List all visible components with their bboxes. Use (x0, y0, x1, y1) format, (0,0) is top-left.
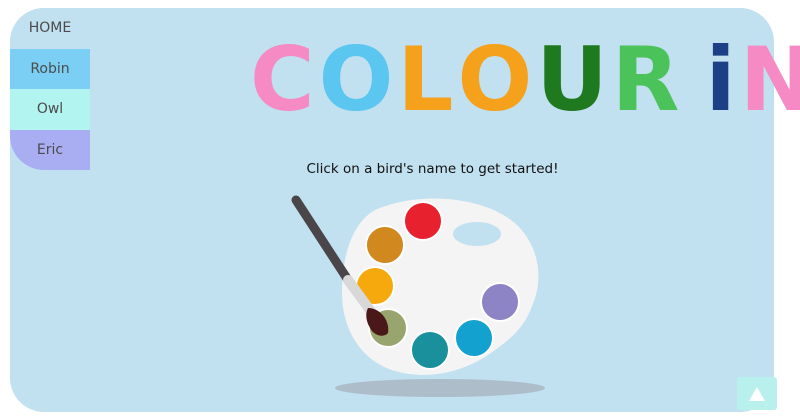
title-letter: i (705, 28, 738, 131)
title-letter: L (397, 28, 456, 131)
title-letter: O (457, 28, 535, 131)
paint-well (410, 330, 450, 370)
bird-nav: HOME Robin Owl Eric (10, 8, 90, 170)
paint-palette-illustration (291, 195, 545, 397)
title-letter: U (536, 28, 610, 131)
paint-well (403, 201, 443, 241)
nav-item-robin[interactable]: Robin (10, 48, 90, 89)
brush-handle (291, 195, 353, 285)
palette-thumb-hole (453, 222, 501, 246)
title-letter: O (318, 28, 396, 131)
page-title-letters: COLOURiN (250, 28, 800, 131)
scroll-to-top-button[interactable] (737, 377, 777, 410)
page-title: COLOURiN (250, 28, 800, 131)
title-letter: N (739, 28, 800, 131)
nav-item-home[interactable]: HOME (10, 8, 90, 49)
arrow-up-icon (749, 386, 765, 401)
nav-item-owl[interactable]: Owl (10, 89, 90, 130)
paint-well (454, 318, 494, 358)
paint-well (365, 225, 405, 265)
title-letter: R (611, 28, 682, 131)
paint-well (480, 282, 520, 322)
instruction-text: Click on a bird's name to get started! (306, 161, 559, 177)
title-letter: C (250, 28, 317, 131)
palette-shadow (335, 379, 545, 397)
